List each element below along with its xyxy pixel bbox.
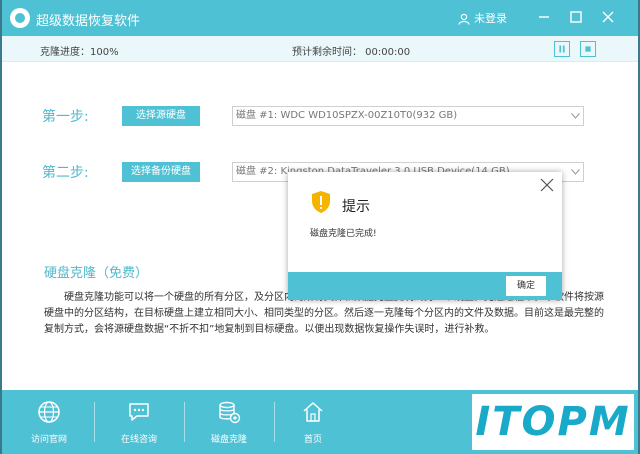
select-source-disk-button[interactable]: 选择源硬盘 xyxy=(122,106,200,126)
ok-button[interactable]: 确定 xyxy=(506,276,546,296)
nav-online-consult-label: 在线咨询 xyxy=(120,435,157,445)
minimize-button[interactable] xyxy=(536,9,552,25)
section-title: 硬盘克隆（免费） xyxy=(44,266,149,281)
home-icon xyxy=(303,402,323,422)
step-2-label: 第二步: xyxy=(42,165,89,181)
login-label: 未登录 xyxy=(474,12,507,25)
chevron-down-icon xyxy=(571,113,580,119)
watermark-logo: ITOPM xyxy=(472,394,634,450)
title-bar: 超级数据恢复软件 未登录 xyxy=(2,0,638,36)
maximize-button[interactable] xyxy=(568,9,584,25)
nav-online-consult[interactable]: 在线咨询 xyxy=(94,390,184,454)
select-backup-disk-button[interactable]: 选择备份硬盘 xyxy=(122,162,200,182)
nav-home-label: 首页 xyxy=(303,435,322,445)
dialog-footer: 确定 xyxy=(288,272,562,300)
login-button[interactable]: 未登录 xyxy=(458,10,507,26)
dialog-title: 提示 xyxy=(342,199,370,215)
close-button[interactable] xyxy=(600,9,616,25)
step-1-label: 第一步: xyxy=(42,109,89,125)
nav-disk-clone-label: 磁盘克隆 xyxy=(210,435,247,445)
app-title: 超级数据恢复软件 xyxy=(36,14,141,29)
app-logo-icon xyxy=(10,8,30,28)
chat-icon xyxy=(129,403,149,421)
dialog-message: 磁盘克隆已完成! xyxy=(310,229,377,239)
pause-button[interactable] xyxy=(554,41,570,57)
clone-progress: 克隆进度：100% xyxy=(40,47,119,58)
chevron-down-icon xyxy=(571,169,580,175)
user-icon xyxy=(458,13,470,25)
status-bar: 克隆进度：100% 预计剩余时间： 00:00:00 xyxy=(2,36,638,62)
source-disk-value: 磁盘 #1: WDC WD10SPZX-00Z10T0(932 GB) xyxy=(236,110,458,121)
nav-home[interactable]: 首页 xyxy=(268,390,358,454)
info-dialog: 提示 磁盘克隆已完成! 确定 xyxy=(288,172,562,300)
stop-button[interactable] xyxy=(580,41,596,57)
source-disk-select[interactable]: 磁盘 #1: WDC WD10SPZX-00Z10T0(932 GB) xyxy=(232,106,584,126)
remaining-time: 预计剩余时间： 00:00:00 xyxy=(292,47,411,58)
disk-clone-icon xyxy=(219,401,241,424)
dialog-close-button[interactable] xyxy=(540,178,554,192)
globe-icon xyxy=(38,401,60,423)
app-window: 超级数据恢复软件 未登录 克隆进度：100% 预计剩余时间： 00:00:00 xyxy=(2,0,638,454)
nav-visit-website[interactable]: 访问官网 xyxy=(4,390,94,454)
nav-disk-clone[interactable]: 磁盘克隆 xyxy=(184,390,274,454)
nav-visit-website-label: 访问官网 xyxy=(30,435,67,445)
warning-shield-icon xyxy=(312,191,330,213)
